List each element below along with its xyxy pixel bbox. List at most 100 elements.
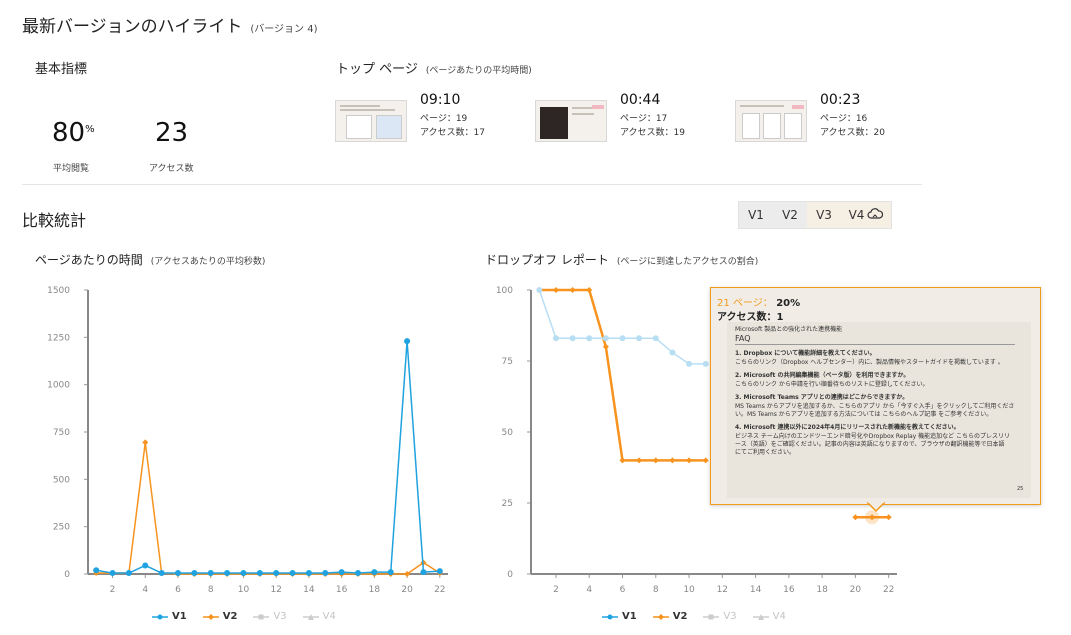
- drop-point-v1: [552, 335, 559, 342]
- time-x-tick-label: 12: [270, 585, 281, 595]
- drop-x-tick-label: 20: [850, 585, 862, 595]
- time-point-v1: [420, 569, 427, 576]
- drop-point-v2: [852, 514, 859, 521]
- legend-v2[interactable]: V2: [652, 611, 688, 622]
- drop-point-v1: [636, 335, 643, 342]
- tooltip-header: 21 ページ： 20%: [717, 294, 800, 309]
- legend-v2[interactable]: V2: [202, 611, 238, 622]
- drop-point-v2: [586, 287, 593, 293]
- time-x-tick-label: 14: [303, 585, 315, 595]
- drop-point-v2: [552, 287, 559, 293]
- drop-y-tick-label: 25: [502, 499, 513, 509]
- drop-x-tick-label: 2: [553, 585, 559, 595]
- drop-point-v1: [669, 349, 676, 356]
- legend-v3[interactable]: V3: [253, 611, 287, 622]
- doc-line: こちらのリンク から申請を行い順番待ちのリストに登録してください。: [735, 381, 929, 388]
- time-point-v2: [142, 439, 149, 446]
- drop-point-v1: [536, 287, 543, 293]
- time-y-tick-label: 0: [64, 570, 70, 580]
- legend-v3[interactable]: V3: [703, 611, 737, 622]
- drop-x-tick-label: 22: [883, 585, 894, 595]
- time-point-v1: [273, 570, 280, 577]
- drop-chart-legend: V1 V2 V3 V4: [602, 611, 786, 622]
- doc-line: ビジネス チーム向けのエンドツーエンド暗号化やDropbox Replay 機能…: [735, 433, 1011, 440]
- legend-v4[interactable]: V4: [752, 611, 786, 622]
- drop-point-v2: [702, 457, 709, 464]
- time-y-tick-label: 500: [53, 475, 70, 485]
- tooltip-access: アクセス数：1: [717, 312, 784, 323]
- doc-title: Microsoft 製品との強化された連携機能: [735, 326, 843, 333]
- drop-point-v1: [586, 335, 593, 342]
- drop-point-v1: [686, 360, 693, 367]
- doc-line: 1. Dropbox について機能詳細を教えてください。: [735, 350, 876, 357]
- legend-v4[interactable]: V4: [302, 611, 336, 622]
- legend-v3-label: V3: [273, 611, 287, 622]
- doc-line: 4. Microsoft 連携以外に2024年4月にリリースされた新機能を教えて…: [735, 424, 960, 431]
- drop-x-tick-label: 12: [717, 585, 728, 595]
- time-point-v1: [371, 569, 378, 576]
- time-y-tick-label: 1250: [47, 333, 70, 343]
- time-point-v1: [125, 570, 132, 577]
- page-preview-tooltip: 21 ページ： 20% アクセス数：1 Microsoft 製品との強化された連…: [710, 287, 1041, 512]
- time-x-tick-label: 10: [238, 585, 250, 595]
- time-x-tick-label: 16: [336, 585, 348, 595]
- time-point-v1: [322, 570, 329, 577]
- time-point-v1: [240, 570, 247, 577]
- drop-point-v2: [619, 457, 626, 464]
- time-point-v1: [191, 570, 198, 577]
- drop-x-tick-label: 6: [620, 585, 626, 595]
- time-point-v1: [207, 570, 214, 577]
- drop-point-v2: [636, 457, 643, 464]
- time-y-tick-label: 250: [53, 523, 70, 533]
- doc-line: にてご利用ください。: [735, 449, 796, 456]
- doc-line: MS Teams からアプリを追加するか、こちらのアプリ から「今すぐ入手」をク…: [735, 403, 1015, 410]
- time-chart-legend: V1 V2 V3 V4: [152, 611, 336, 622]
- drop-point-v2: [652, 457, 659, 464]
- time-x-tick-label: 4: [142, 585, 148, 595]
- legend-v1-label: V1: [622, 611, 637, 622]
- drop-point-v2: [669, 457, 676, 464]
- page-preview-image: Microsoft 製品との強化された連携機能 FAQ 1. Dropbox に…: [727, 322, 1031, 498]
- time-series-v2-line: [96, 441, 441, 575]
- legend-v3-label: V3: [723, 611, 737, 622]
- drop-x-tick-label: 14: [750, 585, 762, 595]
- time-point-v1: [355, 570, 361, 577]
- time-point-v1: [404, 338, 411, 345]
- time-point-v1: [158, 570, 165, 577]
- legend-v1[interactable]: V1: [152, 611, 187, 622]
- drop-x-tick-label: 10: [683, 585, 695, 595]
- legend-v4-label: V4: [322, 611, 336, 622]
- doc-line: 2. Microsoft の共同編集機能（ベータ版）を利用できますか。: [735, 372, 910, 379]
- drop-x-tick-label: 18: [816, 585, 828, 595]
- time-point-v1: [93, 567, 100, 574]
- time-point-v1: [338, 569, 345, 576]
- doc-line: 3. Microsoft Teams アプリとの連携はどこからできますか。: [735, 394, 909, 401]
- time-y-tick-label: 1500: [47, 286, 70, 296]
- drop-point-v2: [686, 457, 693, 464]
- legend-v2-label: V2: [222, 611, 238, 622]
- time-x-tick-label: 8: [208, 585, 214, 595]
- drop-series-v1-line: [538, 289, 706, 365]
- doc-page-number: 25: [1017, 486, 1024, 492]
- doc-line: こちらのリンク（Dropbox ヘルプセンター）内に、製品情報やスタートガイドを…: [735, 359, 1004, 366]
- legend-v1-label: V1: [172, 611, 187, 622]
- drop-x-tick-label: 16: [783, 585, 795, 595]
- time-point-v1: [256, 570, 263, 577]
- time-point-v1: [175, 570, 181, 577]
- drop-point-v1: [702, 360, 709, 367]
- legend-v2-label: V2: [672, 611, 688, 622]
- tooltip-pointer: [867, 502, 885, 512]
- drop-hover-highlight: [865, 510, 880, 525]
- drop-x-tick-label: 8: [653, 585, 659, 595]
- time-x-tick-label: 22: [434, 585, 445, 595]
- drop-y-tick-label: 100: [496, 286, 513, 296]
- time-point-v1: [387, 569, 394, 576]
- time-point-v1: [436, 568, 443, 575]
- time-point-v1: [109, 570, 116, 577]
- time-point-v1: [289, 570, 296, 577]
- drop-point-v2: [569, 287, 576, 293]
- drop-point-v2: [602, 343, 609, 350]
- time-point-v1: [142, 562, 149, 569]
- time-x-tick-label: 18: [369, 585, 381, 595]
- legend-v1[interactable]: V1: [602, 611, 637, 622]
